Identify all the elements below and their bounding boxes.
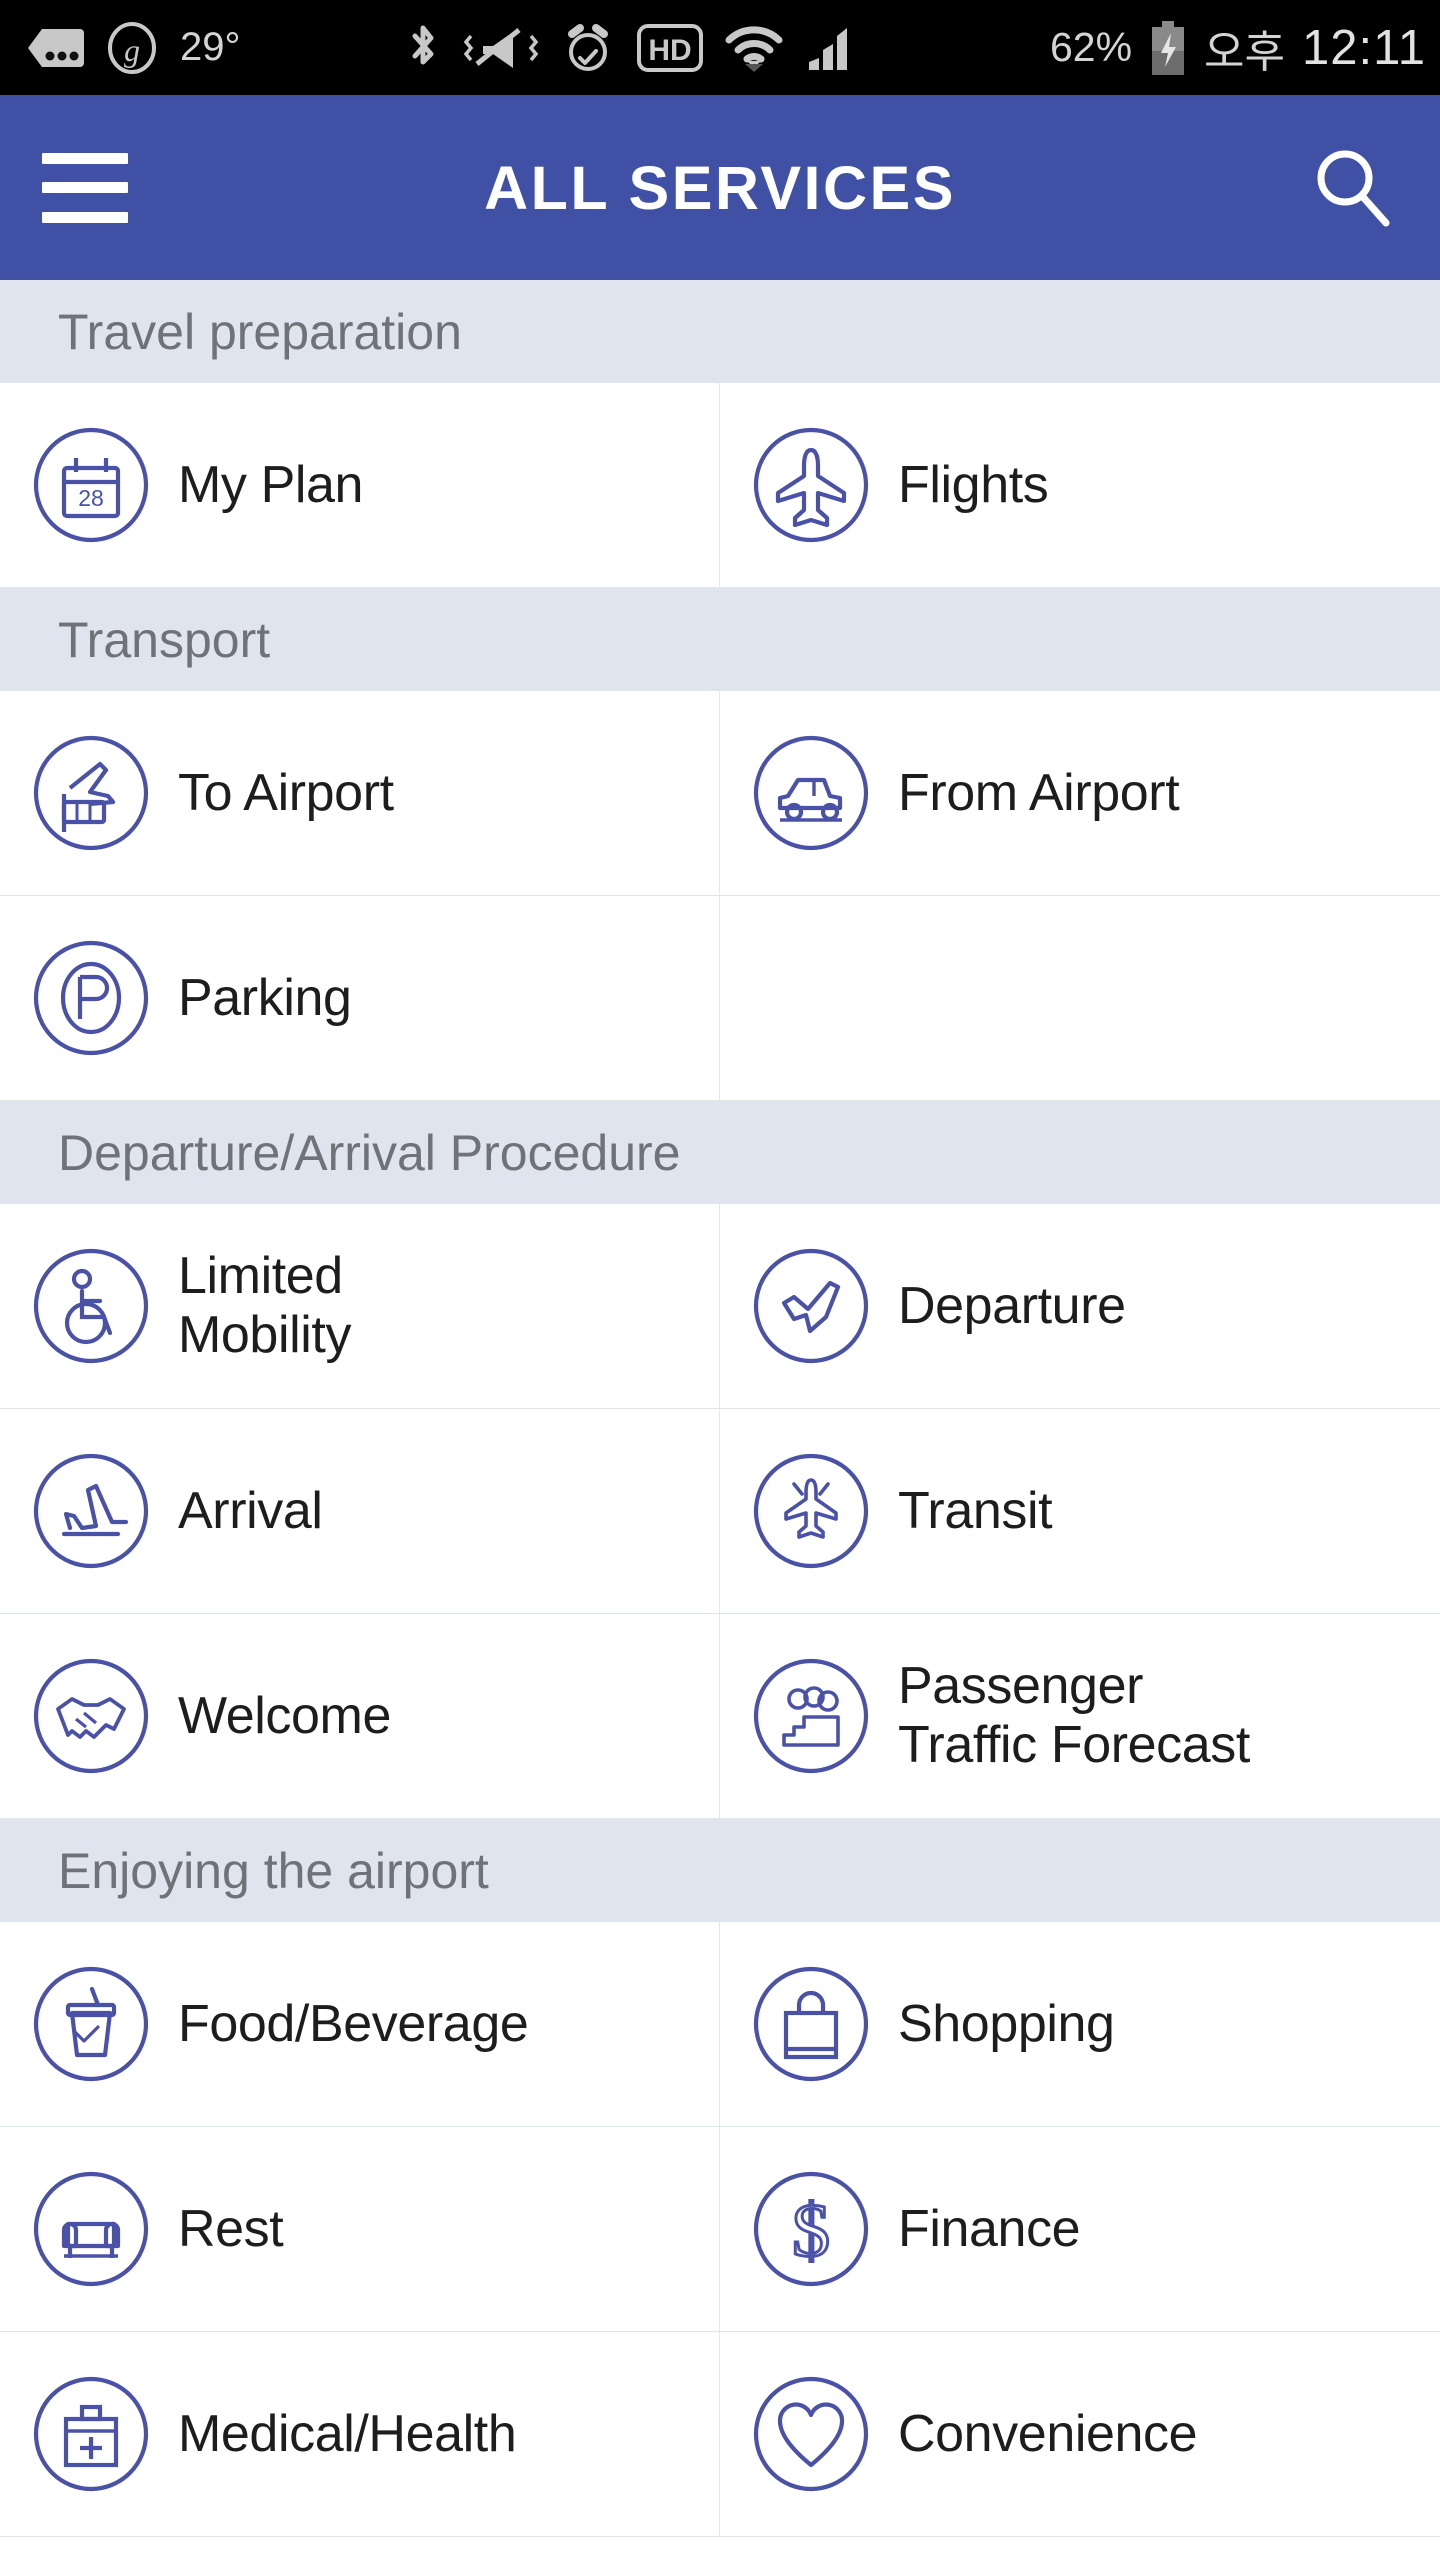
service-item-label: Flights [898, 455, 1049, 514]
service-item-from-airport[interactable]: From Airport [720, 691, 1440, 895]
table-row: Limited Mobility Departure [0, 1204, 1440, 1409]
section-header: Departure/Arrival Procedure [0, 1101, 1440, 1204]
section-title: Enjoying the airport [58, 1842, 489, 1899]
first-aid-kit-icon [30, 2373, 152, 2495]
section-header: Enjoying the airport [0, 1819, 1440, 1922]
section-title: Departure/Arrival Procedure [58, 1124, 681, 1181]
service-item-rest[interactable]: Rest [0, 2127, 720, 2331]
service-item-medical-health[interactable]: Medical/Health [0, 2332, 720, 2536]
section-title: Travel preparation [58, 303, 462, 360]
wifi-icon [725, 24, 783, 72]
services-list: Travel preparation 28 My Plan Flights Transp… [0, 280, 1440, 2537]
service-item-label: Passenger Traffic Forecast [898, 1657, 1250, 1774]
alarm-icon [561, 21, 615, 75]
service-item-departure[interactable]: Departure [720, 1204, 1440, 1408]
hamburger-menu-icon[interactable] [42, 152, 128, 223]
table-row: Rest $ Finance [0, 2127, 1440, 2332]
bluetooth-icon [405, 22, 441, 74]
service-item-label: Parking [178, 968, 352, 1027]
service-item-arrival[interactable]: Arrival [0, 1409, 720, 1613]
service-item-flights[interactable]: Flights [720, 383, 1440, 587]
service-item-limited-mobility[interactable]: Limited Mobility [0, 1204, 720, 1408]
page-title: ALL SERVICES [484, 153, 956, 222]
heart-icon [750, 2373, 872, 2495]
service-item-label: My Plan [178, 455, 364, 514]
service-item-label: Transit [898, 1481, 1053, 1540]
table-row: Arrival Transit [0, 1409, 1440, 1614]
service-item-label: Welcome [178, 1686, 391, 1745]
service-item-label: Finance [898, 2199, 1081, 2258]
shopping-bag-icon [750, 1963, 872, 2085]
plane-departure-icon [750, 1245, 872, 1367]
service-item-label: Limited Mobility [178, 1247, 352, 1364]
status-bar: g 29° HD 62% 오후 12:11 [0, 0, 1440, 95]
service-item-my-plan[interactable]: 28 My Plan [0, 383, 720, 587]
table-row: Food/Beverage Shopping [0, 1922, 1440, 2127]
section-title: Transport [58, 611, 271, 668]
app-bar: ALL SERVICES [0, 95, 1440, 280]
table-row: Medical/Health Convenience [0, 2332, 1440, 2537]
airplane-icon [750, 424, 872, 546]
handshake-icon [30, 1655, 152, 1777]
service-item-shopping[interactable]: Shopping [720, 1922, 1440, 2126]
svg-text:HD: HD [648, 34, 691, 67]
service-item-label: Medical/Health [178, 2404, 517, 2463]
drink-cup-icon [30, 1963, 152, 2085]
clock-text: 12:11 [1302, 20, 1426, 75]
section-header: Travel preparation [0, 280, 1440, 383]
service-item-label: Food/Beverage [178, 1994, 529, 2053]
service-item-label: Departure [898, 1276, 1126, 1335]
service-item-label: Arrival [178, 1481, 323, 1540]
battery-percent-text: 62% [1049, 24, 1133, 70]
service-item-label: To Airport [178, 763, 394, 822]
battery-charging-icon [1149, 20, 1187, 75]
table-row: 28 My Plan Flights [0, 383, 1440, 588]
empty-cell [720, 896, 1440, 1100]
signal-icon [805, 24, 859, 72]
search-icon[interactable] [1306, 142, 1398, 234]
am-pm-text: 오후 [1204, 27, 1286, 77]
all-services-screen: g 29° HD 62% 오후 12:11 ALL SERVICES Trave… [0, 0, 1440, 2560]
service-item-label: Shopping [898, 1994, 1115, 2053]
g-circle-icon: g [106, 21, 158, 74]
service-item-label: Rest [178, 2199, 284, 2258]
status-bar-right: 62% 오후 12:11 [1050, 16, 1426, 80]
to-airport-icon [30, 732, 152, 854]
service-item-food-beverage[interactable]: Food/Beverage [0, 1922, 720, 2126]
status-bar-left: g 29° HD [28, 21, 859, 75]
people-group-icon [750, 1655, 872, 1777]
svg-text:g: g [124, 32, 140, 68]
service-item-label: From Airport [898, 763, 1180, 822]
svg-text:28: 28 [78, 485, 104, 511]
wheelchair-icon [30, 1245, 152, 1367]
service-item-label: Convenience [898, 2404, 1198, 2463]
car-icon [750, 732, 872, 854]
parking-p-icon [30, 937, 152, 1059]
service-item-finance[interactable]: $ Finance [720, 2127, 1440, 2331]
svg-text:$: $ [792, 2189, 830, 2273]
armchair-icon [30, 2168, 152, 2290]
temperature-text: 29° [180, 25, 241, 69]
transit-planes-icon [750, 1450, 872, 1572]
table-row: Parking [0, 896, 1440, 1101]
service-item-convenience[interactable]: Convenience [720, 2332, 1440, 2536]
table-row: To Airport From Airport [0, 691, 1440, 896]
section-header: Transport [0, 588, 1440, 691]
table-row: Welcome Passenger Traffic Forecast [0, 1614, 1440, 1819]
service-item-parking[interactable]: Parking [0, 896, 720, 1100]
vibrate-mute-icon [463, 22, 539, 74]
dollar-sign-icon: $ [750, 2168, 872, 2290]
calendar-icon: 28 [30, 424, 152, 546]
plane-arrival-icon [30, 1450, 152, 1572]
hd-icon: HD [636, 23, 703, 72]
service-item-passenger-traffic-forecast[interactable]: Passenger Traffic Forecast [720, 1614, 1440, 1818]
service-item-transit[interactable]: Transit [720, 1409, 1440, 1613]
service-item-welcome[interactable]: Welcome [0, 1614, 720, 1818]
more-dots-icon [28, 27, 84, 69]
service-item-to-airport[interactable]: To Airport [0, 691, 720, 895]
